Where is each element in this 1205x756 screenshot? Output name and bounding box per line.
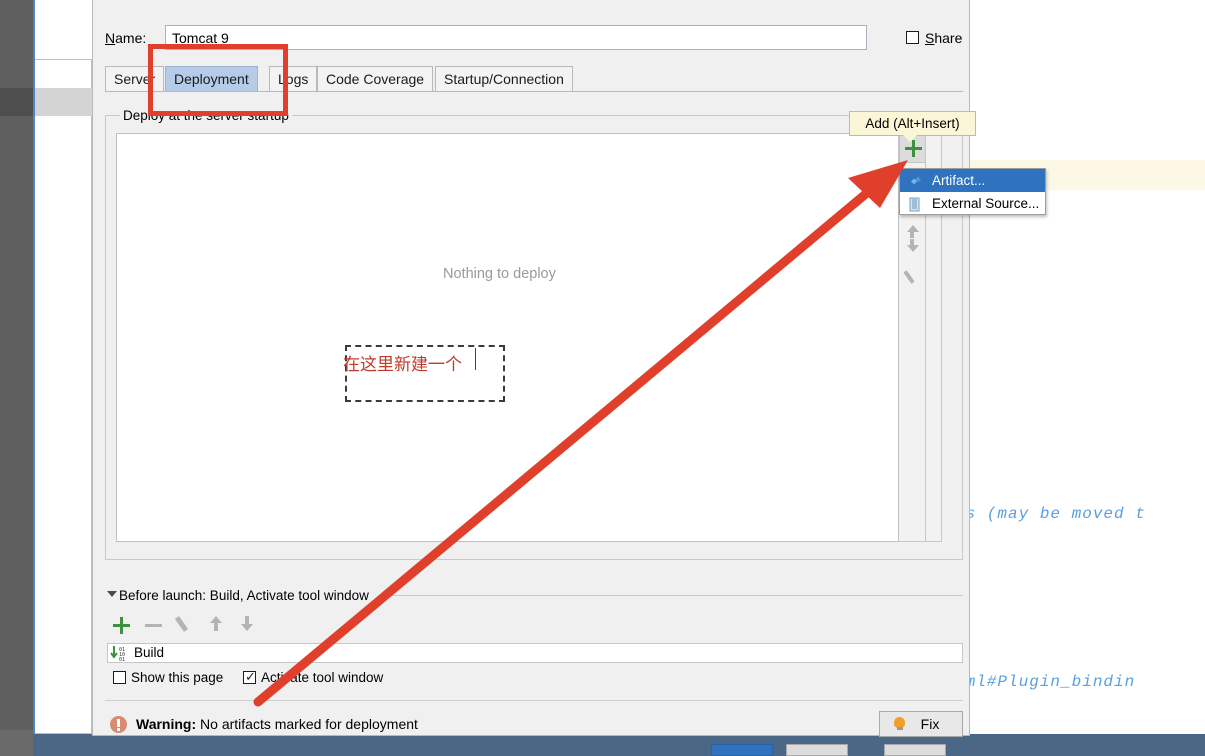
- arrow-down-stem: [245, 616, 249, 624]
- plus-icon: [113, 617, 130, 634]
- warning-message: No artifacts marked for deployment: [200, 716, 418, 732]
- share-checkbox[interactable]: [906, 31, 919, 44]
- deployment-list[interactable]: [116, 133, 899, 542]
- pencil-icon: [903, 270, 915, 284]
- footer-separator: [105, 700, 963, 701]
- build-icon: 01 10 01: [110, 645, 130, 663]
- arrow-down-icon: [241, 624, 253, 631]
- fix-button[interactable]: Fix: [879, 711, 963, 737]
- before-launch-title: Before launch: Build, Activate tool wind…: [119, 588, 369, 603]
- ide-status-bar-left: [0, 730, 33, 756]
- help-button[interactable]: [884, 744, 946, 756]
- empty-state-label: Nothing to deploy: [443, 266, 556, 282]
- menu-item-artifact-label: Artifact...: [932, 173, 986, 188]
- warning-text: Warning: No artifacts marked for deploym…: [136, 716, 418, 732]
- artifact-diamond-icon: [907, 173, 922, 188]
- before-launch-edit-button[interactable]: [174, 616, 189, 632]
- menu-item-artifact[interactable]: Artifact...: [900, 169, 1045, 192]
- checkmark-icon: ✓: [245, 669, 256, 684]
- arrow-up-icon: [907, 225, 919, 232]
- annotation-text-caret: [475, 348, 476, 370]
- ide-editor-background: [970, 0, 1205, 734]
- arrow-down-icon: [907, 245, 919, 252]
- show-this-page-checkbox[interactable]: [113, 671, 126, 684]
- warning-icon: [110, 716, 127, 733]
- arrow-up-icon: [210, 616, 222, 623]
- arrow-up-stem: [214, 623, 218, 631]
- menu-item-external-source[interactable]: External Source...: [900, 192, 1045, 215]
- activate-tool-window-checkbox[interactable]: ✓: [243, 669, 256, 684]
- tab-code-coverage[interactable]: Code Coverage: [317, 66, 434, 91]
- activate-tool-window-label: Activate tool window: [261, 670, 384, 685]
- before-launch-toolbar: [107, 613, 963, 643]
- show-this-page-label: Show this page: [131, 670, 224, 685]
- ide-left-selected-row: [34, 88, 92, 116]
- before-launch-task-label: Build: [134, 645, 165, 660]
- before-launch-task-list[interactable]: [107, 643, 963, 663]
- ide-left-gutter-row: [0, 88, 33, 116]
- before-launch-remove-button[interactable]: [145, 624, 162, 627]
- before-launch-add-button[interactable]: [113, 617, 130, 634]
- plus-icon: [905, 140, 922, 157]
- move-down-button[interactable]: [899, 236, 926, 266]
- svg-text:01: 01: [119, 657, 125, 661]
- ide-left-panel-border: [34, 59, 92, 734]
- editor-code-line-2: tml#Plugin_bindin: [955, 673, 1136, 691]
- ide-vertical-accent-line: [33, 0, 35, 756]
- ok-button[interactable]: [711, 744, 773, 756]
- ide-status-bar: [0, 734, 1205, 756]
- tooltip-tail: [903, 135, 917, 142]
- cancel-button[interactable]: [786, 744, 848, 756]
- warning-prefix: Warning:: [136, 716, 197, 732]
- lightbulb-base: [897, 727, 903, 730]
- before-launch-separator: [390, 595, 963, 596]
- tab-startup-connection[interactable]: Startup/Connection: [435, 66, 573, 91]
- add-popup-menu: Artifact... External Source...: [899, 168, 1046, 215]
- menu-item-external-source-label: External Source...: [932, 196, 1040, 211]
- edit-button[interactable]: [899, 266, 926, 296]
- add-button-tooltip: Add (Alt+Insert): [849, 111, 976, 136]
- editor-code-line-1: ts (may be moved t: [955, 505, 1146, 523]
- annotation-rectangle-deployment-tab: [148, 44, 288, 116]
- name-label: Name:: [105, 30, 147, 46]
- fix-button-label: Fix: [920, 716, 940, 732]
- triangle-down-icon[interactable]: [107, 591, 117, 597]
- archive-icon: [907, 196, 922, 212]
- share-label: Share: [925, 30, 963, 46]
- annotation-chinese-note: 在这里新建一个: [343, 355, 462, 375]
